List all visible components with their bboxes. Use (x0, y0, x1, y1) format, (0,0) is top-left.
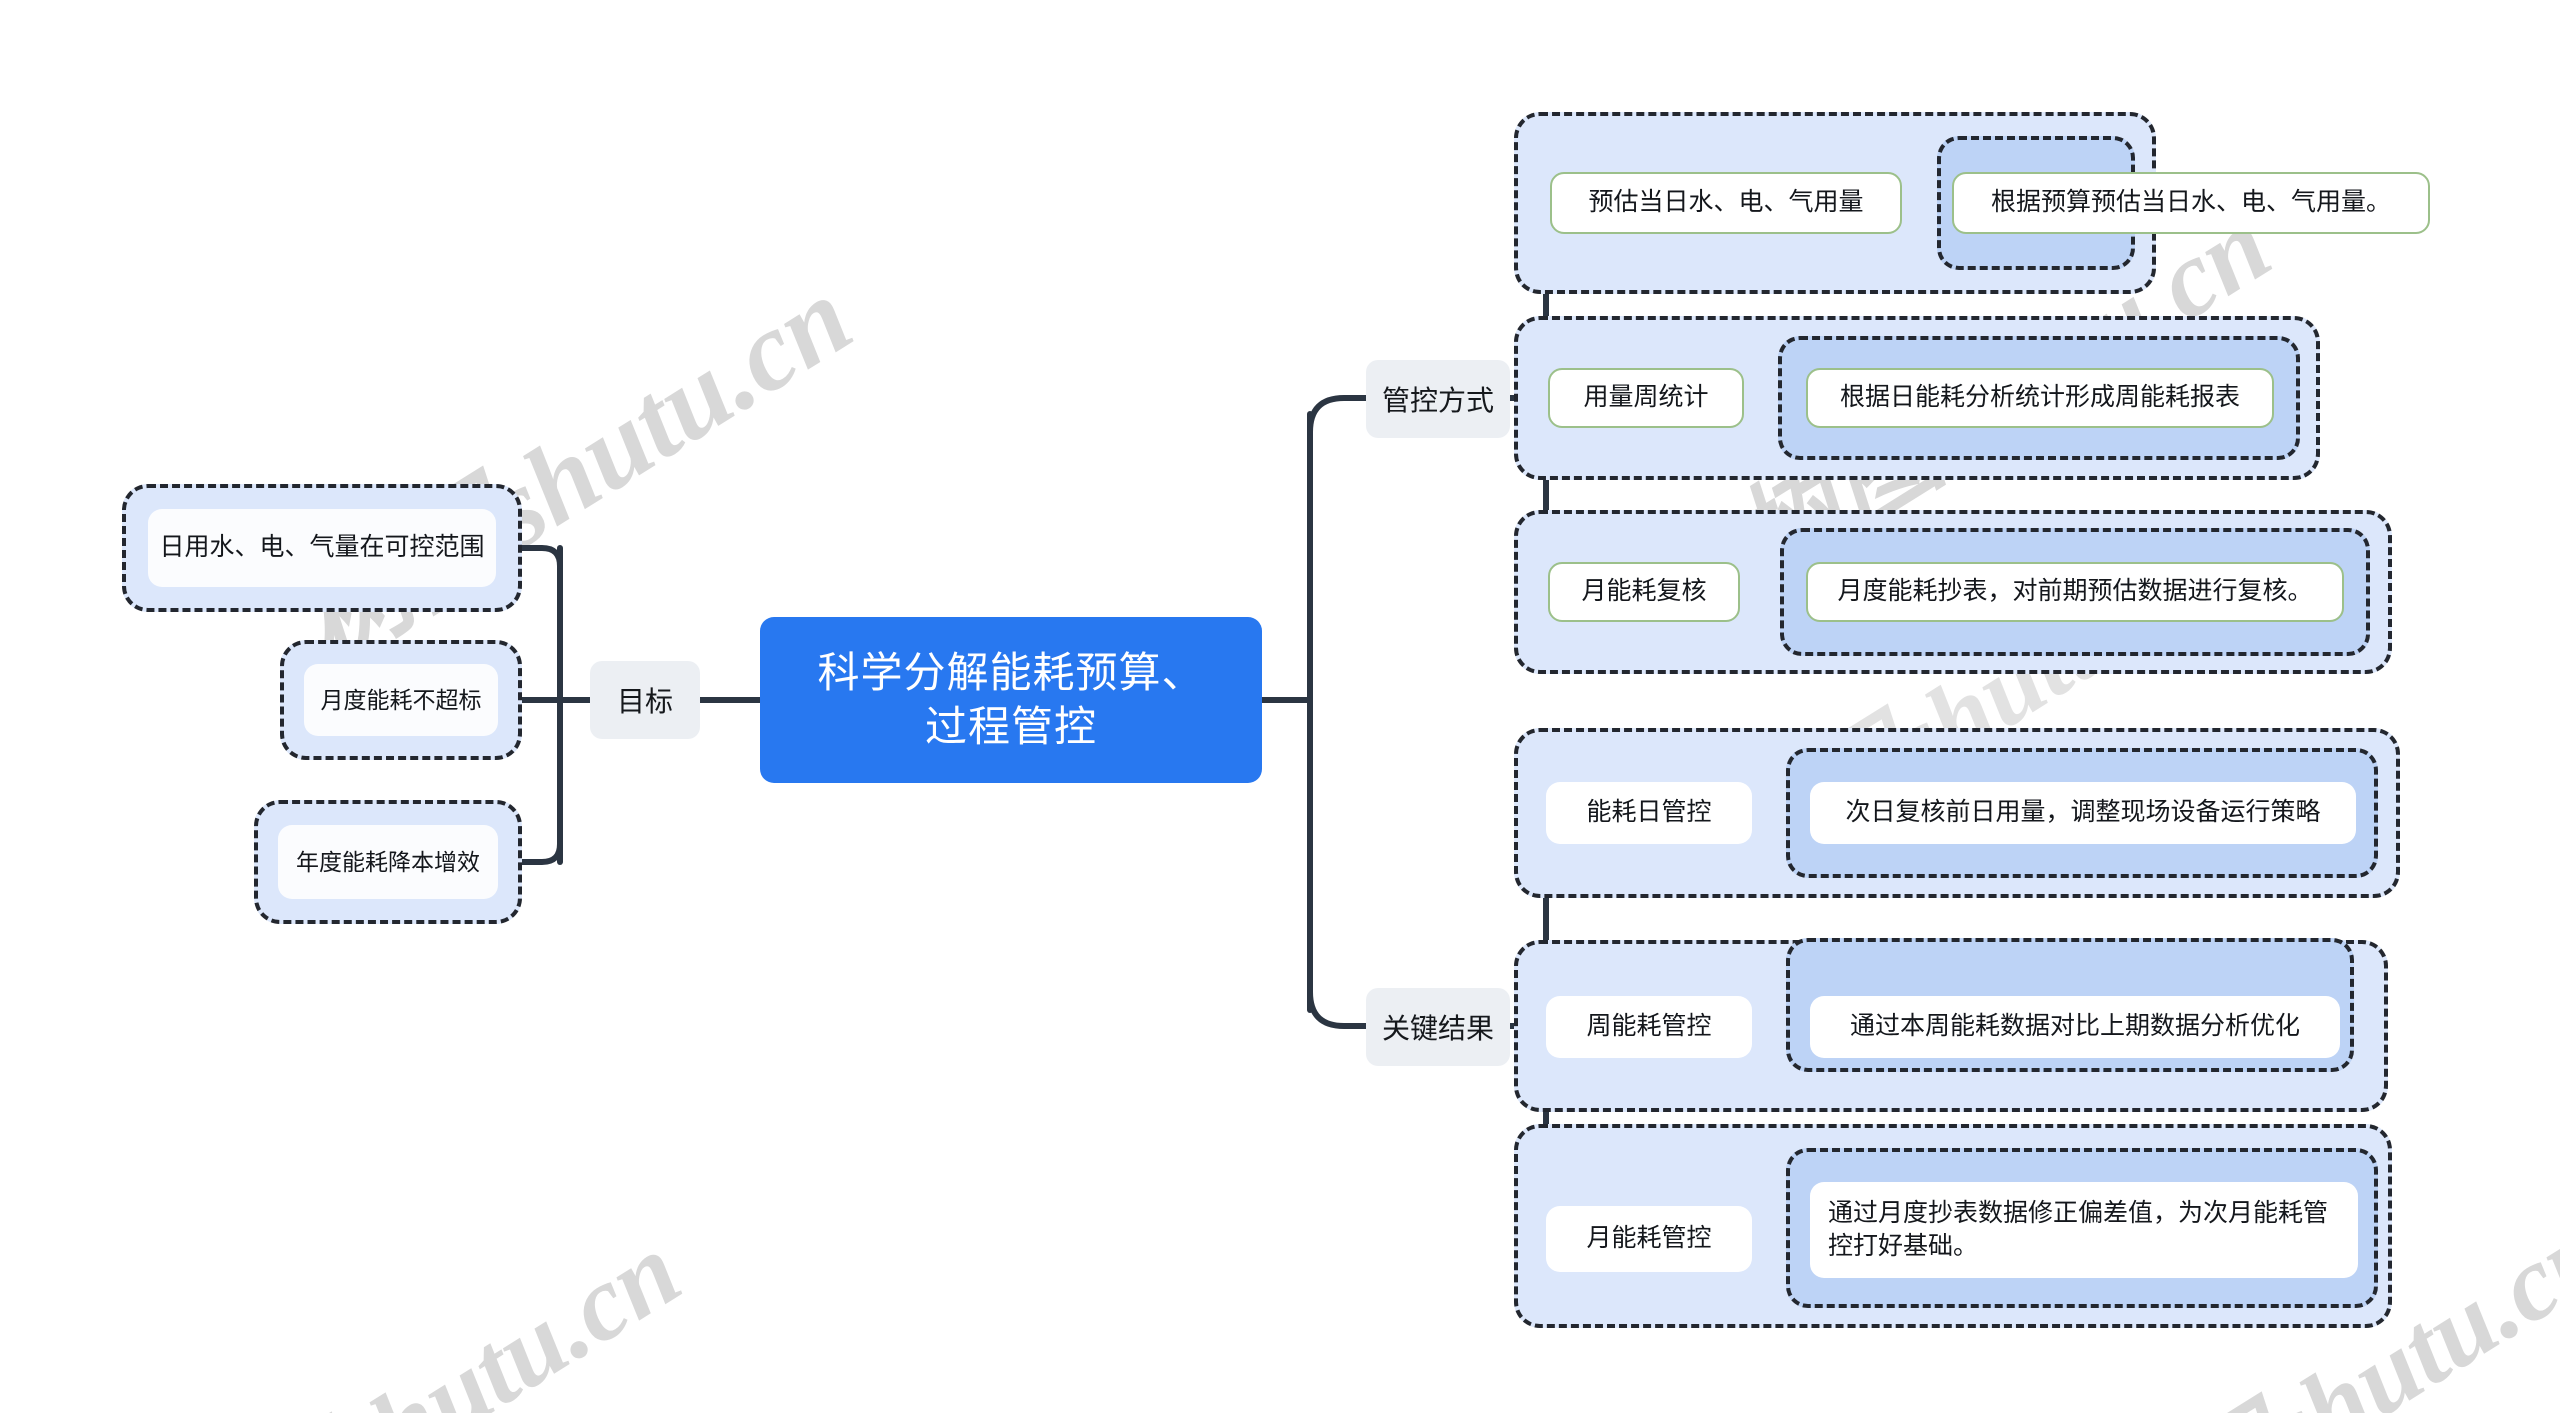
result-item-1-child-label: 次日复核前日用量，调整现场设备运行策略 (1845, 798, 2321, 827)
control-item-3-child-card[interactable]: 月度能耗抄表，对前期预估数据进行复核。 (1806, 562, 2344, 622)
branch-label-key-results-text: 关键结果 (1382, 1013, 1495, 1044)
goal-item-3-card[interactable]: 年度能耗降本增效 (278, 825, 498, 899)
result-item-3-child-label: 通过月度抄表数据修正偏差值，为次月能耗管控打好基础。 (1828, 1198, 2329, 1261)
branch-label-control-method-text: 管控方式 (1382, 385, 1495, 416)
goal-item-1-label: 日用水、电、气量在可控范围 (159, 533, 485, 562)
goal-item-2-card[interactable]: 月度能耗不超标 (304, 664, 498, 736)
root-node[interactable]: 科学分解能耗预算、 过程管控 (760, 617, 1262, 783)
control-item-3-label: 月能耗复核 (1581, 577, 1707, 606)
control-item-1-label: 预估当日水、电、气用量 (1588, 188, 1864, 217)
control-item-2-child-card[interactable]: 根据日能耗分析统计形成周能耗报表 (1806, 368, 2274, 428)
result-item-1-label: 能耗日管控 (1586, 798, 1712, 827)
branch-label-goal-text: 目标 (616, 686, 673, 717)
result-item-3-child-card[interactable]: 通过月度抄表数据修正偏差值，为次月能耗管控打好基础。 (1810, 1182, 2358, 1278)
result-item-3-label: 月能耗管控 (1586, 1224, 1712, 1253)
control-item-2-card[interactable]: 用量周统计 (1548, 368, 1744, 428)
result-item-3-card[interactable]: 月能耗管控 (1546, 1206, 1752, 1272)
goal-item-1-card[interactable]: 日用水、电、气量在可控范围 (148, 509, 496, 587)
result-item-2-child-label: 通过本周能耗数据对比上期数据分析优化 (1849, 1012, 2300, 1041)
control-item-1-child-label: 根据预算预估当日水、电、气用量。 (1990, 188, 2391, 217)
control-item-2-label: 用量周统计 (1583, 383, 1709, 412)
root-node-label: 科学分解能耗预算、 过程管控 (817, 646, 1204, 754)
result-item-2-card[interactable]: 周能耗管控 (1546, 996, 1752, 1058)
control-item-3-child-label: 月度能耗抄表，对前期预估数据进行复核。 (1837, 577, 2313, 606)
branch-label-goal[interactable]: 目标 (590, 661, 700, 739)
result-item-1-child-card[interactable]: 次日复核前日用量，调整现场设备运行策略 (1810, 782, 2356, 844)
result-item-2-child-card[interactable]: 通过本周能耗数据对比上期数据分析优化 (1810, 996, 2340, 1058)
control-item-2-child-label: 根据日能耗分析统计形成周能耗报表 (1839, 383, 2240, 412)
branch-label-key-results[interactable]: 关键结果 (1366, 988, 1510, 1066)
goal-item-3-label: 年度能耗降本增效 (296, 848, 480, 875)
control-item-1-child-card[interactable]: 根据预算预估当日水、电、气用量。 (1952, 172, 2430, 234)
goal-item-2-label: 月度能耗不超标 (320, 686, 482, 713)
root-node-line-1: 科学分解能耗预算、 (817, 649, 1205, 697)
watermark: 树图shutu.cn (120, 1186, 704, 1413)
root-node-line-2: 过程管控 (924, 703, 1097, 750)
branch-label-control-method[interactable]: 管控方式 (1366, 360, 1510, 438)
result-item-2-label: 周能耗管控 (1586, 1012, 1712, 1041)
control-item-3-card[interactable]: 月能耗复核 (1548, 562, 1740, 622)
result-item-1-card[interactable]: 能耗日管控 (1546, 782, 1752, 844)
control-item-1-card[interactable]: 预估当日水、电、气用量 (1550, 172, 1902, 234)
mindmap-canvas: 树图shutu.cn 树图shutu.cn 树图shutu.cn 树图shutu… (0, 0, 2560, 1413)
